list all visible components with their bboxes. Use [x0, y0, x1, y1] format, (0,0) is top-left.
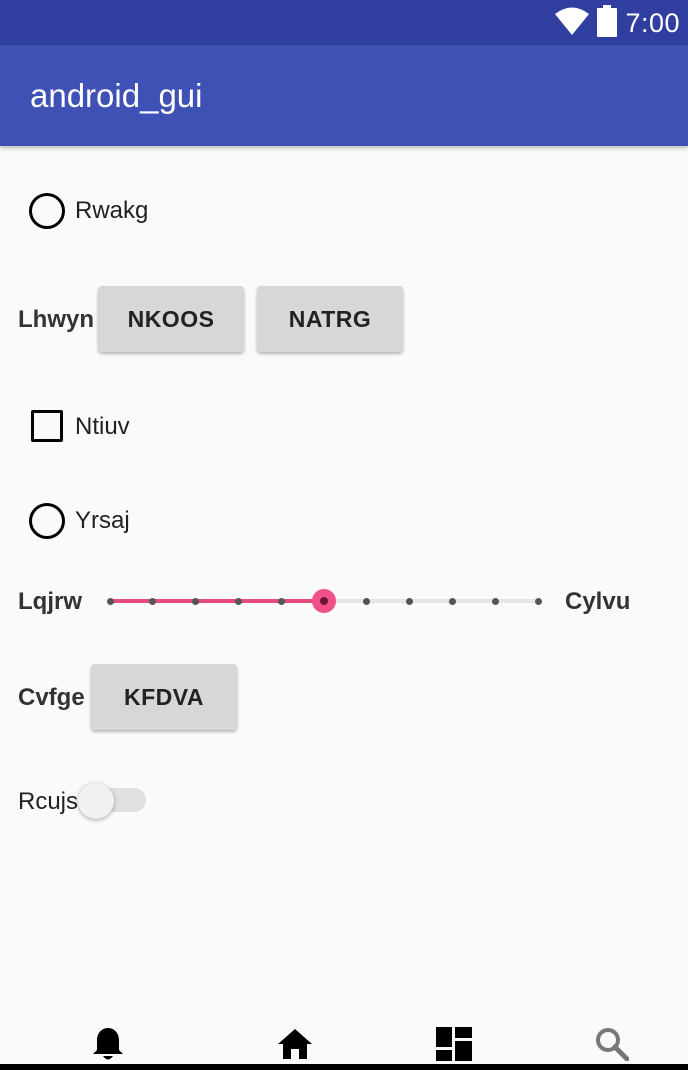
radio-rwakg[interactable]	[29, 193, 65, 229]
home-icon[interactable]	[277, 1028, 313, 1065]
radio-yrsaj-label[interactable]: Yrsaj	[75, 507, 130, 535]
lhwyn-label: Lhwyn	[18, 306, 94, 333]
seekbar-tick	[149, 598, 157, 605]
bottom-navigation	[0, 1015, 688, 1070]
radio-rwakg-label[interactable]: Rwakg	[75, 197, 148, 225]
kfdva-button[interactable]: KFDVA	[91, 664, 237, 730]
app-bar: android_gui	[0, 45, 688, 146]
radio-yrsaj[interactable]	[29, 503, 65, 539]
seekbar-tick	[277, 598, 285, 605]
switch-rcujs-label: Rcujs	[18, 788, 79, 815]
natrg-button[interactable]: NATRG	[257, 286, 403, 352]
seekbar-tick	[106, 598, 114, 605]
seekbar-tick	[491, 598, 499, 605]
navigation-bar-edge	[0, 1064, 688, 1070]
seekbar-tick	[448, 598, 456, 605]
seekbar-tick	[363, 598, 371, 605]
seekbar-tick	[406, 598, 414, 605]
checkbox-ntiuv-label[interactable]: Ntiuv	[75, 413, 130, 441]
seekbar-progress	[110, 599, 324, 603]
seekbar-right-label: Cylvu	[565, 588, 631, 615]
search-icon[interactable]	[595, 1027, 630, 1066]
seekbar-left-label: Lqjrw	[18, 588, 82, 615]
status-time: 7:00	[625, 7, 680, 38]
seekbar-thumb-dot	[320, 597, 328, 605]
cvfge-label: Cvfge	[18, 684, 85, 711]
switch-rcujs[interactable]	[78, 783, 148, 819]
wifi-icon	[555, 7, 590, 40]
status-bar: 7:00	[0, 0, 688, 45]
dashboard-icon[interactable]	[436, 1027, 472, 1066]
seekbar-thumb[interactable]	[312, 589, 336, 613]
checkbox-ntiuv[interactable]	[31, 410, 63, 442]
notifications-icon[interactable]	[92, 1026, 124, 1067]
app-title: android_gui	[30, 77, 203, 114]
nkoos-button[interactable]: NKOOS	[98, 286, 244, 352]
seekbar-tick	[234, 598, 242, 605]
seekbar[interactable]	[106, 584, 544, 618]
battery-icon	[597, 4, 618, 42]
switch-thumb	[78, 783, 114, 819]
seekbar-tick	[534, 598, 542, 605]
seekbar-tick	[192, 598, 200, 605]
status-icons: 7:00	[555, 4, 680, 42]
